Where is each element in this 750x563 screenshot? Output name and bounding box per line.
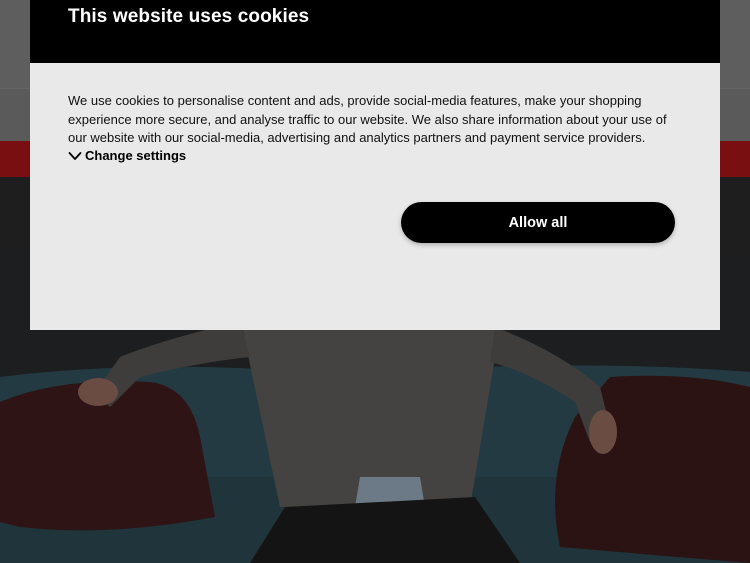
change-settings-label: Change settings — [85, 148, 187, 163]
cookie-consent-dialog: This website uses cookies We use cookies… — [30, 0, 720, 330]
allow-all-button[interactable]: Allow all — [401, 202, 675, 243]
dialog-header: This website uses cookies — [30, 0, 720, 63]
dialog-body: We use cookies to personalise content an… — [30, 63, 720, 330]
cookie-description: We use cookies to personalise content an… — [68, 93, 667, 145]
dialog-title: This website uses cookies — [68, 6, 310, 27]
chevron-down-icon — [68, 151, 82, 160]
change-settings-button[interactable]: Change settings — [68, 148, 186, 163]
